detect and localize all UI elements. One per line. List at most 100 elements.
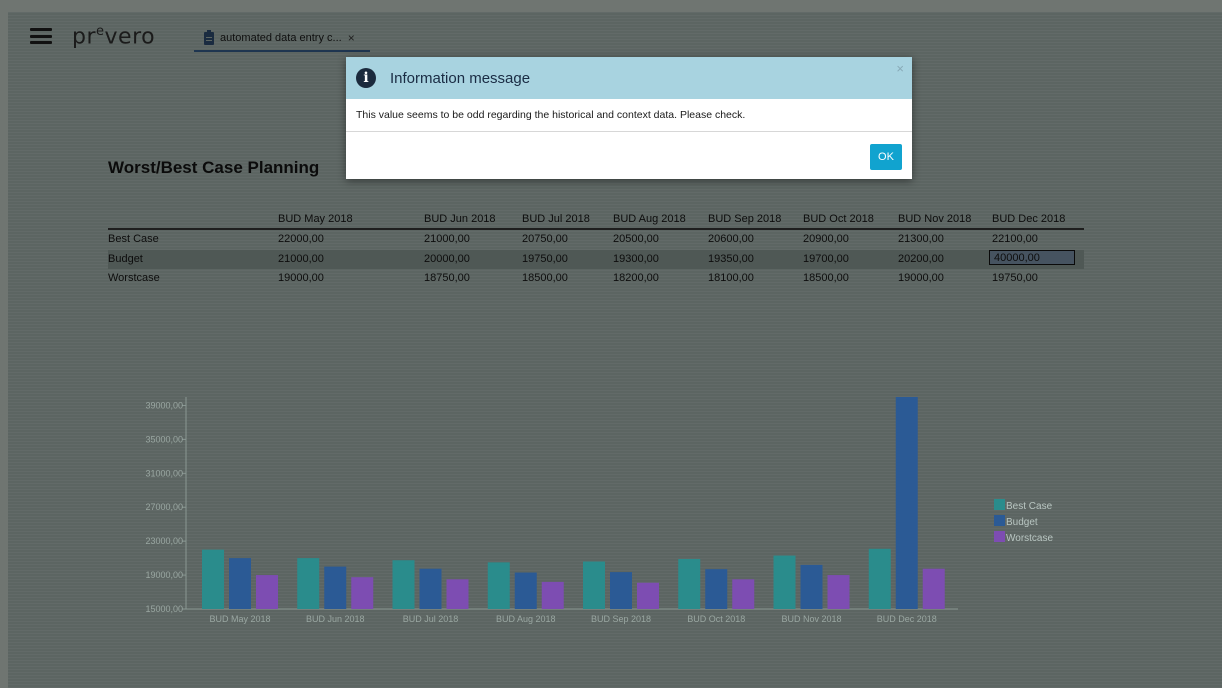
bar-worstcase — [541, 581, 564, 609]
table-row-best-case: Best Case 22000,00 21000,00 20750,00 205… — [108, 230, 1084, 250]
prevero-logo: prevero — [72, 24, 156, 50]
bar-budget — [800, 564, 823, 609]
table-cell[interactable]: 20200,00 — [898, 253, 944, 265]
x-tick-label: BUD Nov 2018 — [781, 614, 841, 624]
bar-worstcase — [256, 575, 278, 609]
row-label: Budget — [108, 252, 143, 265]
x-tick-label: BUD Jul 2018 — [403, 614, 459, 624]
table-cell[interactable]: 20900,00 — [803, 233, 849, 245]
bar-best-case — [487, 562, 510, 609]
information-dialog: i Information message × This value seems… — [346, 57, 912, 179]
tab-automated-data-entry[interactable]: automated data entry c... × — [194, 26, 370, 52]
table-cell[interactable]: 20000,00 — [424, 253, 470, 265]
table-cell[interactable]: 19700,00 — [803, 253, 849, 265]
table-cell[interactable]: 20600,00 — [708, 233, 754, 245]
column-header: BUD Jun 2018 — [424, 213, 496, 225]
bar-worstcase — [351, 577, 374, 609]
ok-button[interactable]: OK — [870, 144, 902, 170]
x-tick-label: BUD Sep 2018 — [591, 614, 651, 624]
column-header: BUD Jul 2018 — [522, 213, 590, 225]
table-cell[interactable]: 19350,00 — [708, 253, 754, 265]
dialog-close-icon[interactable]: × — [896, 61, 904, 76]
y-tick-label: 15000,00 — [145, 604, 183, 614]
tab-label: automated data entry c... — [220, 32, 342, 44]
y-tick-label: 19000,00 — [145, 570, 183, 580]
legend-label: Best Case — [1006, 501, 1053, 512]
hamburger-menu-icon[interactable] — [30, 28, 52, 44]
table-cell[interactable]: 19750,00 — [992, 272, 1038, 284]
column-header: BUD Nov 2018 — [898, 213, 972, 225]
table-cell[interactable]: 19000,00 — [278, 272, 324, 284]
column-header: BUD Oct 2018 — [803, 213, 874, 225]
legend-label: Worstcase — [1006, 533, 1053, 544]
table-cell[interactable]: 20500,00 — [613, 233, 659, 245]
y-tick-label: 27000,00 — [145, 502, 183, 512]
row-label: Worstcase — [108, 272, 160, 284]
column-header: BUD Sep 2018 — [708, 213, 782, 225]
bar-best-case — [678, 558, 701, 609]
clipboard-icon — [204, 29, 214, 45]
bar-worstcase — [446, 579, 469, 609]
legend-swatch — [994, 531, 1005, 542]
y-tick-label: 31000,00 — [145, 468, 183, 478]
row-label: Best Case — [108, 233, 159, 245]
bar-budget — [514, 572, 537, 609]
table-cell[interactable]: 18500,00 — [803, 272, 849, 284]
dialog-title: Information message — [390, 69, 531, 87]
table-cell[interactable]: 21000,00 — [278, 253, 324, 265]
table-header-row: BUD May 2018 BUD Jun 2018 BUD Jul 2018 B… — [108, 212, 1084, 230]
bar-chart: 39000,00 35000,00 31000,00 27000,00 23000,00… — [145, 397, 1053, 624]
bar-budget — [610, 572, 632, 609]
x-tick-label: BUD Jun 2018 — [306, 614, 365, 624]
legend-swatch — [994, 515, 1005, 526]
table-cell[interactable]: 19750,00 — [522, 253, 568, 265]
legend-label: Budget — [1006, 517, 1038, 528]
bar-budget — [419, 568, 442, 609]
column-header: BUD May 2018 — [278, 213, 353, 225]
table-cell[interactable]: 21300,00 — [898, 233, 944, 245]
table-cell[interactable]: 18500,00 — [522, 272, 568, 284]
table-cell[interactable]: 20750,00 — [522, 233, 568, 245]
bar-best-case — [773, 555, 796, 609]
bar-best-case — [202, 549, 224, 609]
table-cell[interactable]: 18750,00 — [424, 272, 470, 284]
bar-worstcase — [732, 579, 755, 609]
column-header: BUD Dec 2018 — [992, 213, 1066, 225]
dialog-message: This value seems to be odd regarding the… — [346, 99, 912, 132]
y-tick-label: 35000,00 — [145, 434, 183, 444]
selected-table-cell[interactable]: 40000,00 — [989, 249, 1075, 265]
bar-best-case — [297, 558, 320, 609]
page-title: Worst/Best Case Planning — [108, 158, 320, 177]
bar-best-case — [868, 548, 891, 609]
bar-budget — [324, 566, 347, 609]
info-icon: i — [356, 68, 376, 88]
table-cell[interactable]: 22100,00 — [992, 233, 1038, 245]
tab-close-icon[interactable]: × — [348, 31, 355, 45]
y-tick-label: 39000,00 — [145, 400, 183, 410]
bar-best-case — [392, 560, 415, 609]
legend-swatch — [994, 499, 1005, 510]
bar-budget — [705, 569, 728, 609]
table-row-worstcase: Worstcase 19000,00 18750,00 18500,00 182… — [108, 269, 1084, 289]
table-cell[interactable]: 22000,00 — [278, 233, 324, 245]
table-cell[interactable]: 19000,00 — [898, 272, 944, 284]
bar-budget — [229, 558, 251, 609]
x-tick-label: BUD Oct 2018 — [687, 614, 745, 624]
column-header: BUD Aug 2018 — [613, 213, 686, 225]
x-tick-label: BUD Aug 2018 — [496, 614, 556, 624]
bar-best-case — [583, 561, 605, 609]
bar-worstcase — [827, 575, 850, 609]
table-row-budget: Budget 21000,00 20000,00 19750,00 19300,… — [108, 249, 1084, 269]
bar-budget — [895, 397, 918, 609]
table-cell[interactable]: 21000,00 — [424, 233, 470, 245]
planning-table: BUD May 2018 BUD Jun 2018 BUD Jul 2018 B… — [108, 212, 1084, 289]
table-cell[interactable]: 19300,00 — [613, 253, 659, 265]
x-tick-label: BUD May 2018 — [209, 614, 270, 624]
x-tick-label: BUD Dec 2018 — [877, 614, 937, 624]
table-cell[interactable]: 18100,00 — [708, 272, 754, 284]
bar-worstcase — [637, 582, 659, 609]
dialog-header: i Information message × — [346, 57, 912, 99]
y-tick-label: 23000,00 — [145, 536, 183, 546]
bar-worstcase — [922, 568, 945, 609]
table-cell[interactable]: 18200,00 — [613, 272, 659, 284]
